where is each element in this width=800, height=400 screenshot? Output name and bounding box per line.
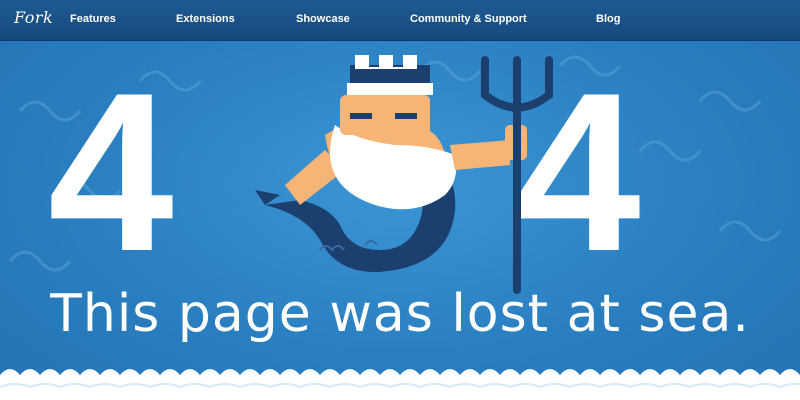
- poseidon-illustration: [255, 55, 553, 294]
- brand-logo[interactable]: Fork: [14, 8, 53, 27]
- top-navbar: Fork Features Extensions Showcase Commun…: [0, 0, 800, 41]
- lost-at-sea-message: This page was lost at sea.: [50, 284, 750, 344]
- nav-link-showcase[interactable]: Showcase: [296, 13, 350, 25]
- nav-link-extensions[interactable]: Extensions: [176, 13, 235, 25]
- nav-link-community-support[interactable]: Community & Support: [410, 13, 527, 25]
- nav-link-blog[interactable]: Blog: [596, 13, 620, 25]
- error-digit-4-left: 4: [48, 45, 174, 298]
- nav-link-features[interactable]: Features: [70, 13, 116, 25]
- hero-404: 4 4 This page was lost at sea.: [0, 41, 800, 400]
- sea-foam-edge: [0, 369, 800, 400]
